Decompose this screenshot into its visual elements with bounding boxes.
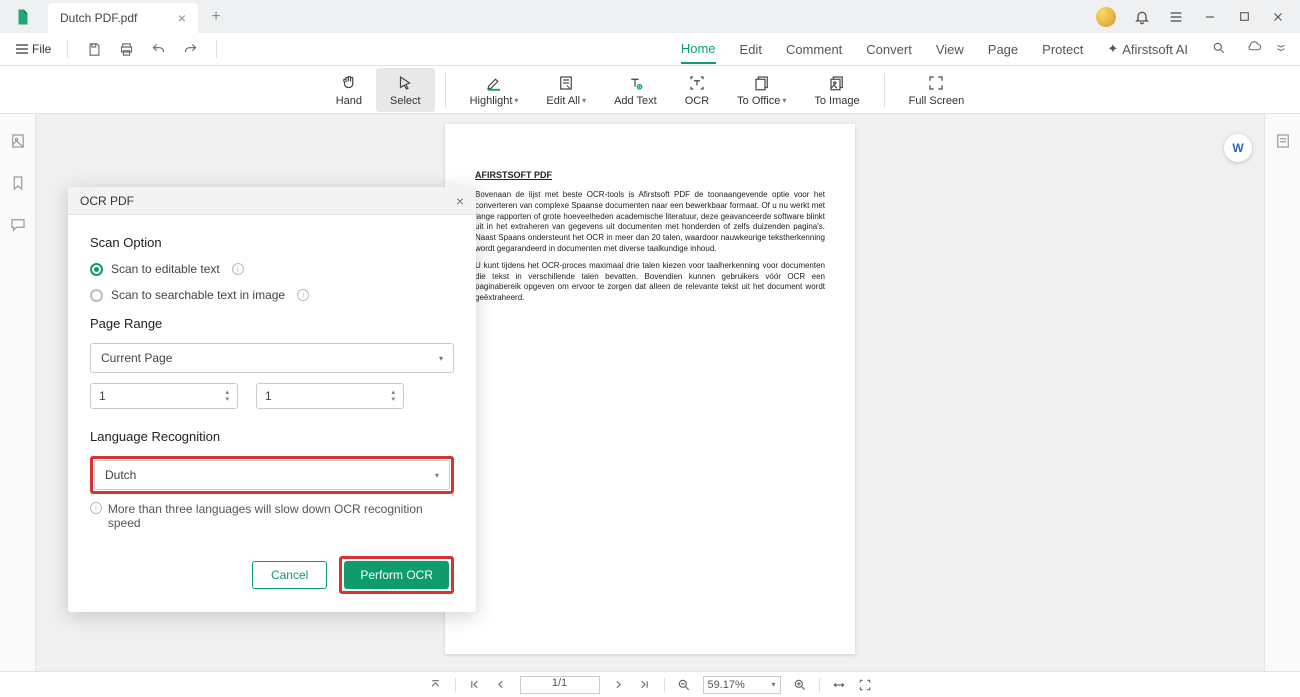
tool-add-text[interactable]: Add Text <box>600 68 671 112</box>
thumbnails-icon[interactable] <box>9 132 27 150</box>
highlight-annotation: Perform OCR <box>339 556 454 594</box>
ocr-pdf-dialog: OCR PDF × Scan Option Scan to editable t… <box>68 187 476 612</box>
user-avatar[interactable] <box>1096 7 1116 27</box>
fit-page-icon[interactable] <box>858 678 872 692</box>
menu-home[interactable]: Home <box>681 35 716 64</box>
radio-scan-editable[interactable]: Scan to editable text i <box>90 262 454 276</box>
undo-icon[interactable] <box>150 41 166 57</box>
tool-to-office[interactable]: To Office▾ <box>723 68 800 112</box>
close-tab-icon[interactable]: × <box>178 10 186 26</box>
menu-page[interactable]: Page <box>988 36 1018 63</box>
fit-width-icon[interactable] <box>832 678 846 692</box>
info-icon: i <box>90 502 102 514</box>
tool-ocr[interactable]: OCR <box>671 68 723 112</box>
highlight-annotation: Dutch ▾ <box>90 456 454 494</box>
doc-heading: AFIRSTSOFT PDF <box>475 170 825 180</box>
ai-sparkle-icon: ✦ <box>1107 35 1118 63</box>
language-label: Language Recognition <box>90 429 454 444</box>
info-icon[interactable]: i <box>297 289 309 301</box>
dialog-header: OCR PDF × <box>68 187 476 215</box>
menu-comment[interactable]: Comment <box>786 36 842 63</box>
range-from-input[interactable]: 1 ▴▾ <box>90 383 238 409</box>
toolbar: Hand Select Highlight▾ Edit All▾ Add Tex… <box>0 66 1300 114</box>
scroll-top-icon[interactable] <box>429 678 443 692</box>
range-to-input[interactable]: 1 ▴▾ <box>256 383 404 409</box>
menu-view[interactable]: View <box>936 36 964 63</box>
zoom-in-icon[interactable] <box>793 678 807 692</box>
doc-paragraph: U kunt tijdens het OCR-proces maximaal d… <box>475 261 825 304</box>
tool-select[interactable]: Select <box>376 68 435 112</box>
separator <box>445 73 446 107</box>
separator <box>884 73 885 107</box>
app-menu-icon[interactable] <box>1168 9 1184 25</box>
properties-icon[interactable] <box>1274 132 1292 150</box>
pdf-page: AFIRSTSOFT PDF Bovenaan de lijst met bes… <box>445 124 855 654</box>
chevron-down-icon: ▾ <box>435 471 439 480</box>
statusbar: 1/1 59.17% ▾ <box>0 671 1300 697</box>
radio-icon <box>90 263 103 276</box>
page-range-label: Page Range <box>90 316 454 331</box>
search-icon[interactable] <box>1212 35 1226 64</box>
tool-edit-all[interactable]: Edit All▾ <box>532 68 600 112</box>
menubar: File Home Edit Comment Convert View Page… <box>0 33 1300 66</box>
tool-highlight[interactable]: Highlight▾ <box>456 68 533 112</box>
menu-convert[interactable]: Convert <box>866 36 912 63</box>
prev-page-icon[interactable] <box>494 678 508 692</box>
chevron-down-icon: ▾ <box>582 96 586 105</box>
scan-option-label: Scan Option <box>90 235 454 250</box>
spinner-arrows-icon[interactable]: ▴▾ <box>225 389 229 403</box>
comments-icon[interactable] <box>9 216 27 234</box>
menu-ai[interactable]: ✦Afirstsoft AI <box>1107 29 1188 69</box>
perform-ocr-button[interactable]: Perform OCR <box>344 561 449 589</box>
chevron-down-icon: ▾ <box>439 354 443 363</box>
menu-edit[interactable]: Edit <box>740 36 762 63</box>
chevron-down-icon: ▾ <box>771 680 775 689</box>
separator <box>216 40 217 58</box>
file-menu[interactable]: File <box>10 38 57 60</box>
tool-full-screen[interactable]: Full Screen <box>895 68 979 112</box>
close-window-icon[interactable] <box>1270 9 1286 25</box>
chevron-down-icon: ▾ <box>782 96 786 105</box>
language-note: i More than three languages will slow do… <box>90 502 454 530</box>
app-logo <box>8 2 38 32</box>
bookmarks-icon[interactable] <box>9 174 27 192</box>
tab-title: Dutch PDF.pdf <box>60 11 137 25</box>
page-range-select[interactable]: Current Page ▾ <box>90 343 454 373</box>
close-dialog-icon[interactable]: × <box>456 193 464 209</box>
right-sidebar <box>1264 114 1300 671</box>
zoom-out-icon[interactable] <box>677 678 691 692</box>
document-tab[interactable]: Dutch PDF.pdf × <box>48 3 198 33</box>
radio-icon <box>90 289 103 302</box>
separator <box>67 40 68 58</box>
zoom-select[interactable]: 59.17% ▾ <box>703 676 781 694</box>
doc-paragraph: Bovenaan de lijst met beste OCR-tools is… <box>475 190 825 255</box>
language-select[interactable]: Dutch ▾ <box>94 460 450 490</box>
last-page-icon[interactable] <box>638 678 652 692</box>
page-number-input[interactable]: 1/1 <box>520 676 600 694</box>
spinner-arrows-icon[interactable]: ▴▾ <box>391 389 395 403</box>
cancel-button[interactable]: Cancel <box>252 561 327 589</box>
notifications-icon[interactable] <box>1134 9 1150 25</box>
convert-to-word-button[interactable]: W <box>1224 134 1252 162</box>
tool-hand[interactable]: Hand <box>322 68 376 112</box>
tool-to-image[interactable]: To Image <box>800 68 873 112</box>
word-icon: W <box>1232 141 1243 155</box>
chevron-down-icon: ▾ <box>514 96 518 105</box>
info-icon[interactable]: i <box>232 263 244 275</box>
left-sidebar <box>0 114 36 671</box>
cloud-icon[interactable] <box>1246 39 1262 60</box>
first-page-icon[interactable] <box>468 678 482 692</box>
menu-protect[interactable]: Protect <box>1042 36 1083 63</box>
radio-scan-searchable[interactable]: Scan to searchable text in image i <box>90 288 454 302</box>
new-tab-button[interactable]: + <box>206 8 226 26</box>
print-icon[interactable] <box>118 41 134 57</box>
collapse-ribbon-icon[interactable] <box>1274 40 1288 59</box>
save-icon[interactable] <box>86 41 102 57</box>
redo-icon[interactable] <box>182 41 198 57</box>
minimize-icon[interactable] <box>1202 9 1218 25</box>
next-page-icon[interactable] <box>612 678 626 692</box>
maximize-icon[interactable] <box>1236 9 1252 25</box>
dialog-title: OCR PDF <box>80 194 134 208</box>
